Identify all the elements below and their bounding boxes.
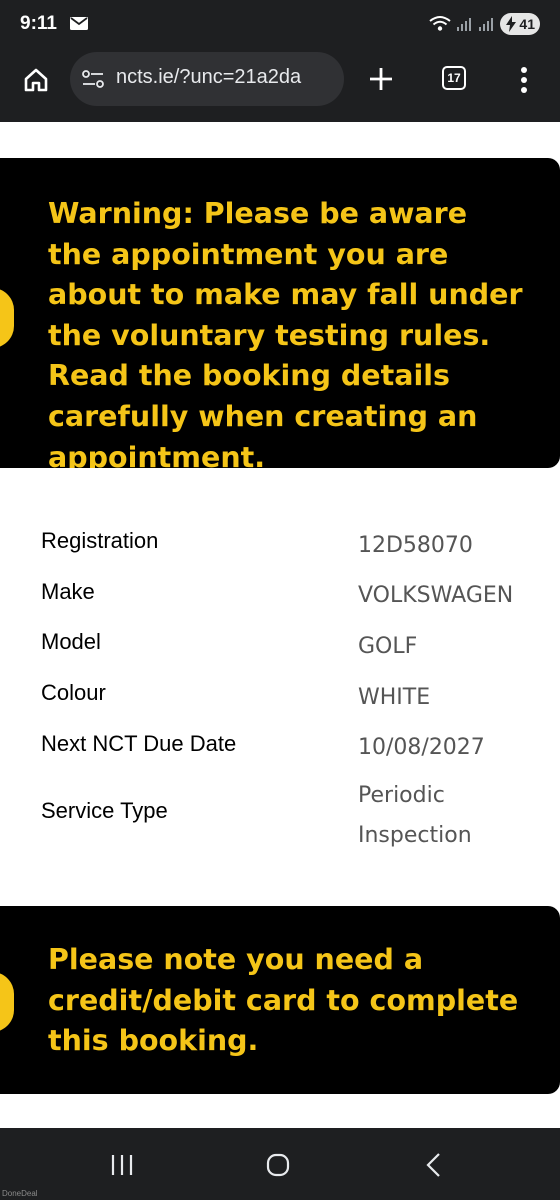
page-content: Warning: Please be aware the appointment… <box>0 122 560 1128</box>
url-text: ncts.ie/?unc=21a2da <box>116 66 302 88</box>
colour-label: Colour <box>41 680 106 705</box>
warning-notice: Warning: Please be aware the appointment… <box>0 158 560 468</box>
battery-icon: 41 <box>500 13 540 35</box>
service-type-value-line1: Periodic <box>358 783 445 808</box>
menu-icon[interactable] <box>519 66 529 94</box>
mail-icon <box>70 17 88 30</box>
site-settings-icon[interactable] <box>82 69 104 89</box>
home-icon[interactable] <box>22 66 50 94</box>
notice-accent-shape <box>0 972 14 1032</box>
tab-count: 17 <box>447 71 461 85</box>
notice-accent-shape <box>0 288 14 348</box>
colour-value: WHITE <box>358 685 431 710</box>
browser-toolbar: ncts.ie/?unc=21a2da 17 <box>0 52 560 122</box>
make-label: Make <box>41 579 95 604</box>
back-icon[interactable] <box>424 1152 444 1178</box>
signal-icon <box>457 18 471 31</box>
tab-switcher-button[interactable]: 17 <box>442 66 466 90</box>
warning-text: Warning: Please be aware the appointment… <box>48 197 523 468</box>
registration-label: Registration <box>41 528 159 553</box>
battery-level: 41 <box>519 16 535 32</box>
make-value: VOLKSWAGEN <box>358 583 514 608</box>
registration-value: 12D58070 <box>358 533 473 558</box>
new-tab-icon[interactable] <box>368 66 394 92</box>
service-type-label: Service Type <box>41 798 168 823</box>
service-type-value-line2: Inspection <box>358 823 472 848</box>
card-notice: Please note you need a credit/debit card… <box>0 906 560 1094</box>
status-bar: 9:11 41 <box>0 0 560 52</box>
address-bar[interactable]: ncts.ie/?unc=21a2da <box>70 52 344 106</box>
next-nct-due-date-value: 10/08/2027 <box>358 735 485 760</box>
next-nct-due-date-label: Next NCT Due Date <box>41 731 237 756</box>
recents-icon[interactable] <box>110 1154 134 1176</box>
wifi-icon <box>429 16 451 31</box>
signal-icon <box>479 18 493 31</box>
system-nav-bar <box>0 1128 560 1200</box>
card-notice-text: Please note you need a credit/debit card… <box>48 943 519 1058</box>
model-label: Model <box>41 629 101 654</box>
watermark: DoneDeal <box>2 1189 38 1198</box>
charging-bolt-icon <box>506 16 516 32</box>
status-time: 9:11 <box>20 13 57 34</box>
model-value: GOLF <box>358 634 418 659</box>
nav-home-icon[interactable] <box>266 1153 290 1177</box>
